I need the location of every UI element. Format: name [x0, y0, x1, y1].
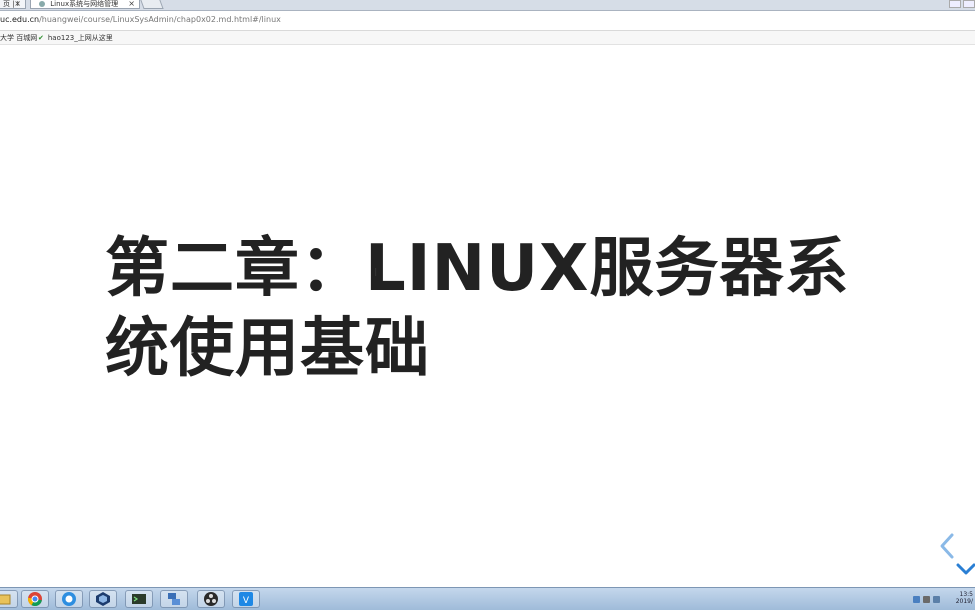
nav-left-arrow-icon[interactable] — [936, 531, 958, 561]
volume-icon[interactable] — [923, 596, 930, 603]
network-icon — [168, 593, 180, 605]
clock-time: 13:5 — [959, 591, 973, 598]
favicon-icon — [39, 1, 45, 7]
svg-text:V: V — [243, 596, 250, 606]
url-text[interactable]: uc.edu.cn/huangwei/course/LinuxSysAdmin/… — [0, 15, 281, 24]
checkmark-icon: ✔ — [38, 34, 44, 42]
close-window-button[interactable] — [963, 0, 975, 8]
address-bar[interactable]: uc.edu.cn/huangwei/course/LinuxSysAdmin/… — [0, 11, 975, 31]
network-status-icon[interactable] — [933, 596, 940, 603]
system-tray: 13:5 2019/ — [895, 588, 975, 610]
url-host: uc.edu.cn — [0, 15, 40, 24]
tab-label: Linux系统与网络管理 — [50, 0, 119, 8]
vscode-icon: V — [239, 592, 253, 606]
taskbar-folder-button[interactable] — [0, 590, 18, 608]
bookmark-item[interactable]: ✔ hao123_上网从这里 — [38, 33, 113, 43]
shield-icon[interactable] — [913, 596, 920, 603]
terminal-icon — [132, 594, 146, 604]
browser-icon — [62, 592, 76, 606]
taskbar-terminal-button[interactable] — [125, 590, 153, 608]
tab-previous[interactable]: 页 | I × — [0, 0, 26, 9]
slide-title: 第二章：LINUX服务器系统使用基础 — [105, 232, 850, 386]
tab-active[interactable]: Linux系统与网络管理 × — [30, 0, 140, 9]
restore-window-button[interactable] — [949, 0, 961, 8]
bookmarks-bar: 大学 百城网 ✔ hao123_上网从这里 — [0, 31, 975, 45]
new-tab-button[interactable] — [140, 0, 164, 9]
bookmark-item[interactable]: 大学 百城网 — [0, 33, 37, 43]
virtualbox-icon — [96, 592, 110, 606]
taskbar-obs-button[interactable] — [197, 590, 225, 608]
obs-icon — [204, 592, 218, 606]
clock-date: 2019/ — [955, 598, 973, 605]
folder-icon — [0, 594, 11, 605]
nav-down-arrow-icon[interactable] — [954, 559, 975, 579]
taskbar-browser-button[interactable] — [55, 590, 83, 608]
text-cursor-icon: I — [374, 266, 378, 279]
tab-strip: 页 | I × Linux系统与网络管理 × — [0, 0, 975, 11]
close-icon[interactable]: × — [128, 0, 135, 8]
close-icon[interactable]: × — [14, 0, 21, 8]
taskbar-virtualbox-button[interactable] — [89, 590, 117, 608]
taskbar-chrome-button[interactable] — [21, 590, 49, 608]
clock[interactable]: 13:5 2019/ — [956, 591, 973, 605]
bookmark-label: hao123_上网从这里 — [47, 34, 113, 42]
chrome-icon — [27, 592, 42, 607]
url-path: /huangwei/course/LinuxSysAdmin/chap0x02.… — [39, 15, 281, 24]
taskbar: V 13:5 2019/ — [0, 587, 975, 610]
taskbar-vscode-button[interactable]: V — [232, 590, 260, 608]
taskbar-network-button[interactable] — [160, 590, 188, 608]
slide-content: 第二章：LINUX服务器系统使用基础 I — [0, 45, 975, 587]
